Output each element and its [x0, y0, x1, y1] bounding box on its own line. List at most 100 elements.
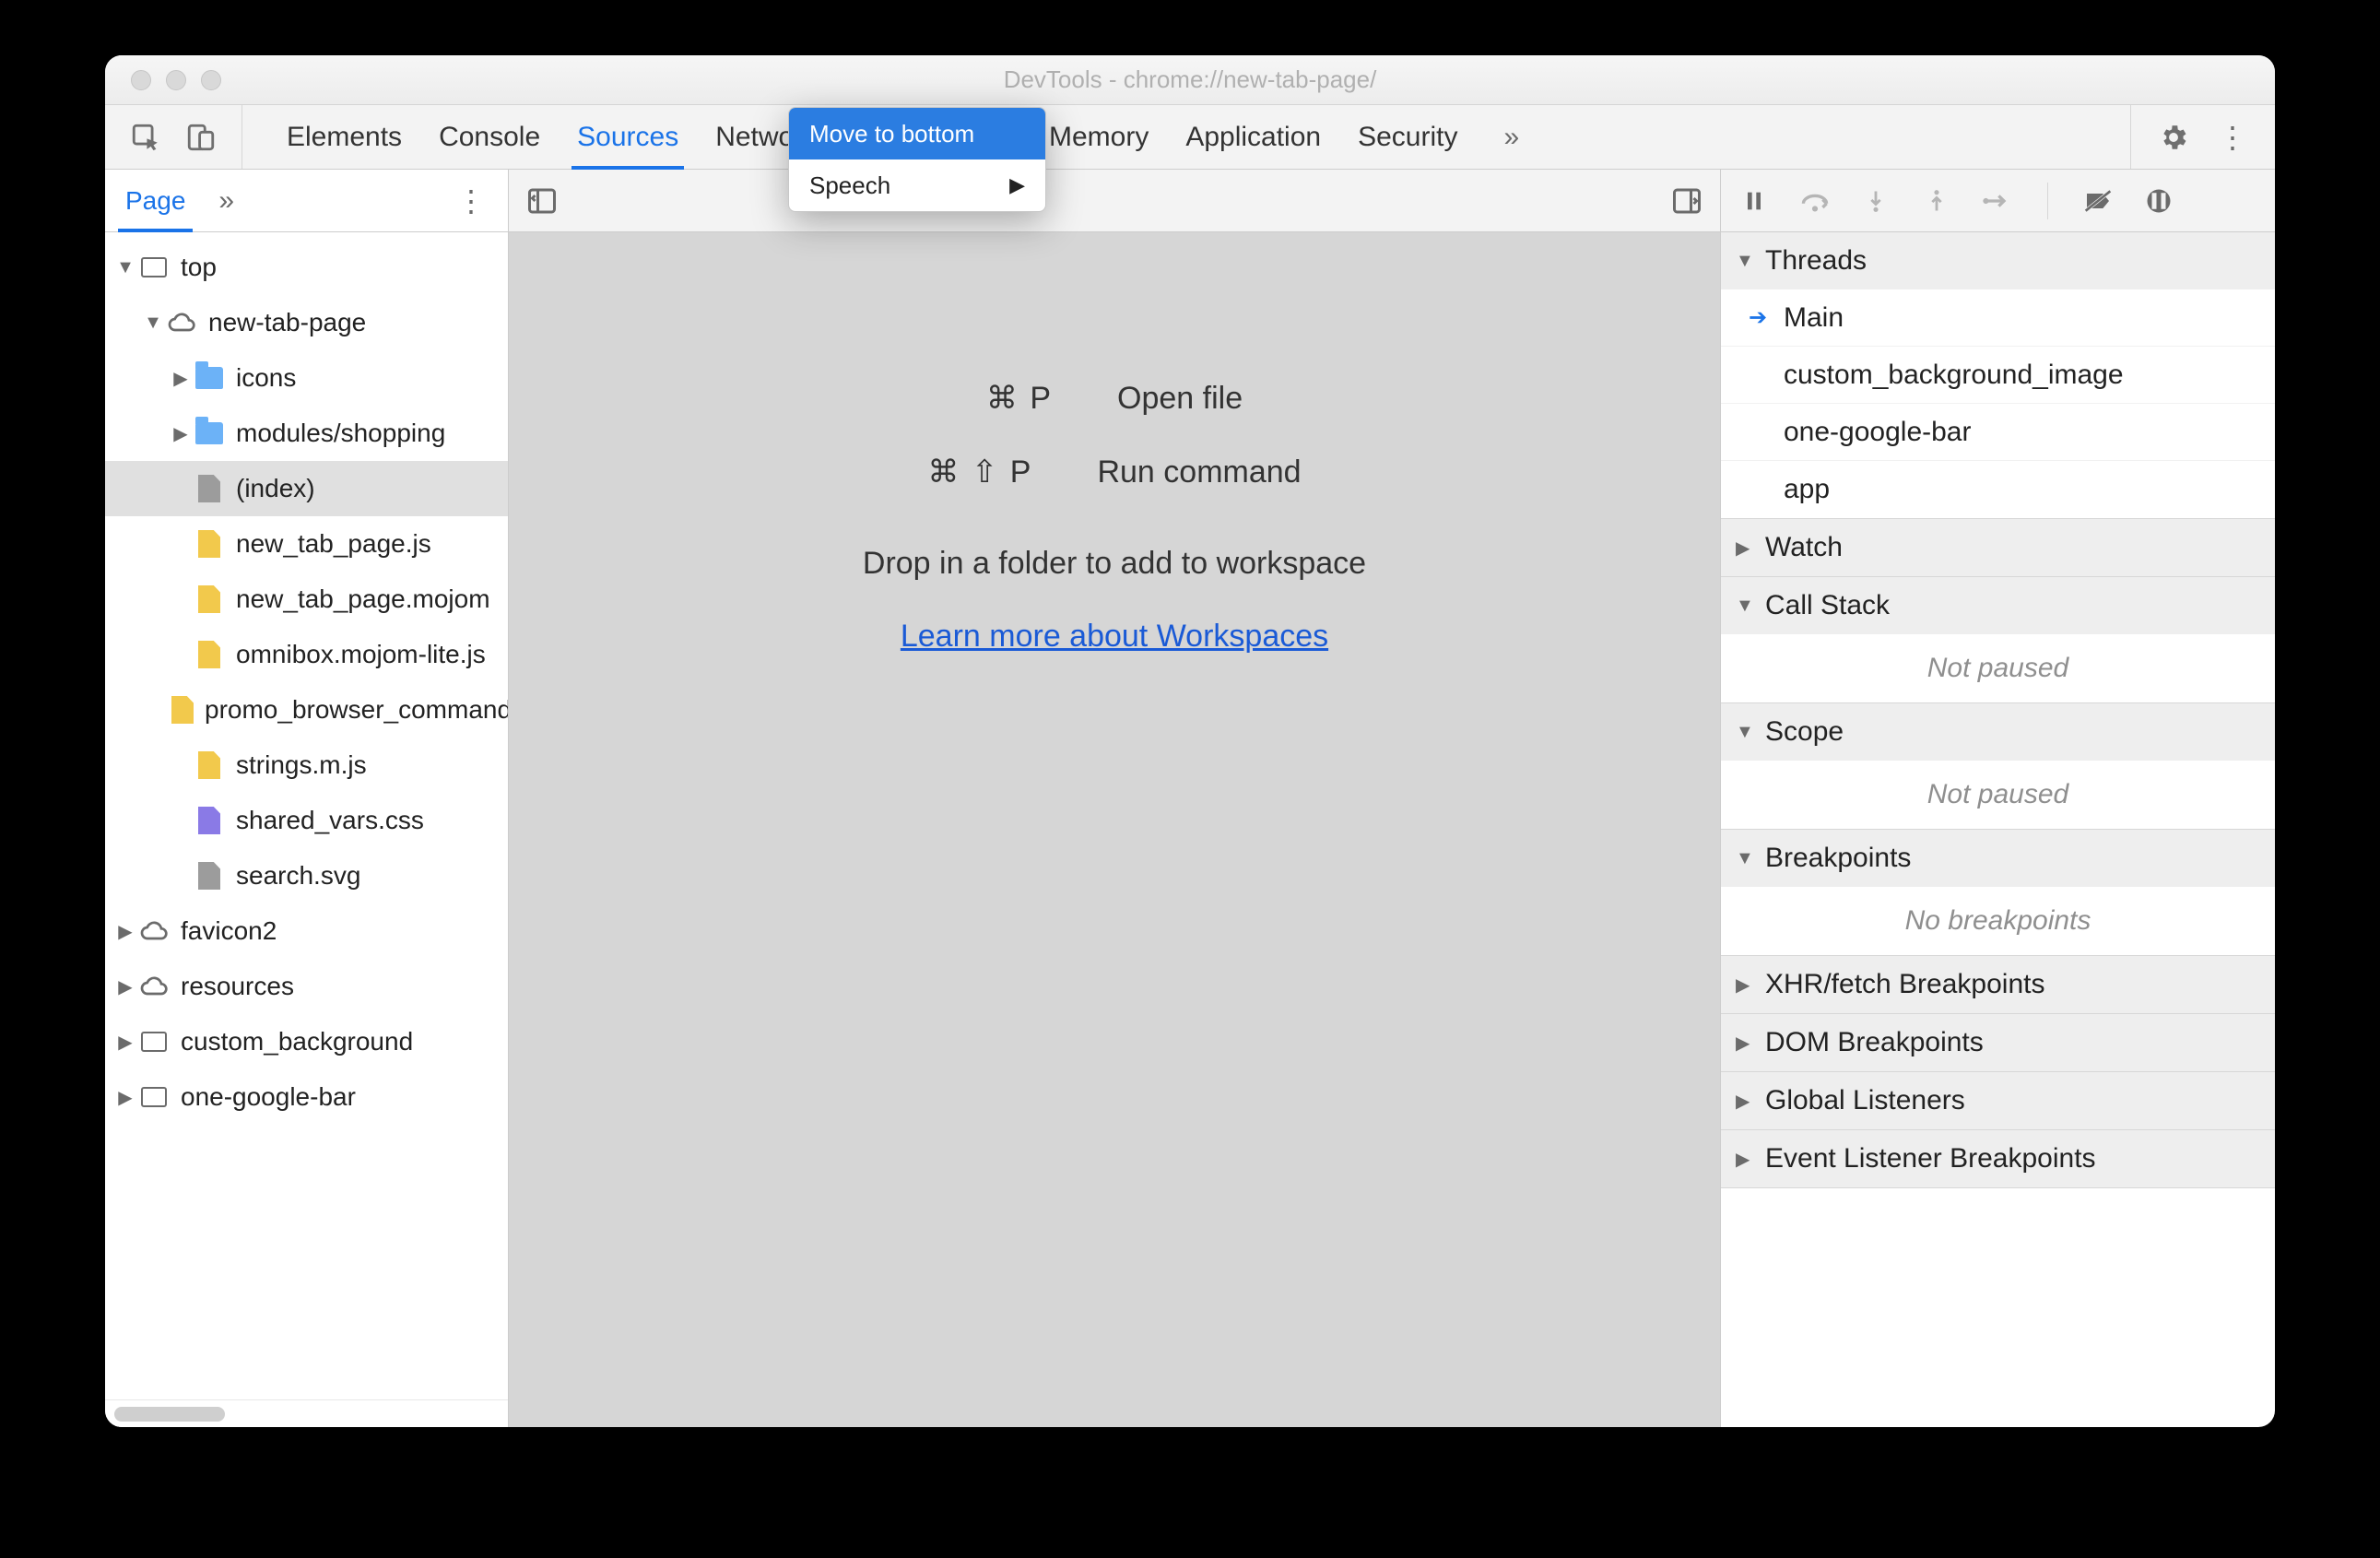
- current-thread-icon: ➔: [1749, 304, 1771, 331]
- frame-icon: [138, 1026, 170, 1057]
- pause-icon[interactable]: [1738, 184, 1771, 218]
- tree-file-ntpjs[interactable]: new_tab_page.js: [105, 516, 508, 572]
- inspect-element-icon[interactable]: [129, 121, 162, 154]
- step-over-icon[interactable]: [1798, 184, 1832, 218]
- pause-on-exceptions-icon[interactable]: [2142, 184, 2175, 218]
- tree-file-ntpmojom[interactable]: new_tab_page.mojom: [105, 572, 508, 627]
- main-tabbar: Elements Console Sources Network Perform…: [105, 105, 2275, 170]
- editor-empty-state: ⌘ P Open file ⌘ ⇧ P Run command Drop in …: [509, 232, 1720, 1427]
- zoom-window-icon[interactable]: [201, 70, 221, 90]
- tree-origin[interactable]: ▼new-tab-page: [105, 295, 508, 350]
- hint-open-file: ⌘ P Open file: [986, 380, 1243, 417]
- minimize-window-icon[interactable]: [166, 70, 186, 90]
- tree-file-strings[interactable]: strings.m.js: [105, 738, 508, 793]
- section-header-xhr[interactable]: ▶XHR/fetch Breakpoints: [1721, 956, 2275, 1013]
- file-icon: [194, 528, 225, 560]
- device-toggle-icon[interactable]: [184, 121, 218, 154]
- tree-onegooglebar[interactable]: ▶one-google-bar: [105, 1069, 508, 1125]
- section-event: ▶Event Listener Breakpoints: [1721, 1130, 2275, 1188]
- section-header-event[interactable]: ▶Event Listener Breakpoints: [1721, 1130, 2275, 1187]
- thread-one-google-bar[interactable]: one-google-bar: [1721, 404, 2275, 461]
- tree-resources[interactable]: ▶resources: [105, 959, 508, 1014]
- tree-folder-modules[interactable]: ▶modules/shopping: [105, 406, 508, 461]
- tab-application[interactable]: Application: [1185, 105, 1321, 169]
- subtab-page[interactable]: Page: [118, 170, 193, 231]
- tabs-overflow-icon[interactable]: »: [1503, 122, 1519, 153]
- step-icon[interactable]: [1981, 184, 2014, 218]
- frame-icon: [138, 252, 170, 283]
- learn-workspaces-link[interactable]: Learn more about Workspaces: [901, 619, 1328, 655]
- tab-console[interactable]: Console: [439, 105, 540, 169]
- editor-toolbar: [509, 170, 1720, 232]
- tree-file-search[interactable]: search.svg: [105, 848, 508, 903]
- thread-app[interactable]: app: [1721, 461, 2275, 518]
- tree-label: resources: [181, 972, 294, 1001]
- hide-debugger-icon[interactable]: [1668, 183, 1705, 219]
- section-header-breakpoints[interactable]: ▼Breakpoints: [1721, 830, 2275, 887]
- disclosure-triangle-icon: ▼: [1736, 596, 1756, 617]
- devtools-window: DevTools - chrome://new-tab-page/ Elemen…: [105, 55, 2275, 1427]
- tree-file-promo[interactable]: promo_browser_command: [105, 682, 508, 738]
- navigator-scrollbar[interactable]: [105, 1399, 508, 1427]
- tree-label: new_tab_page.mojom: [236, 584, 490, 614]
- tree-custombg[interactable]: ▶custom_background: [105, 1014, 508, 1069]
- debugger-toolbar: [1721, 170, 2275, 232]
- tree-folder-icons[interactable]: ▶icons: [105, 350, 508, 406]
- tree-file-index[interactable]: (index): [105, 461, 508, 516]
- section-header-callstack[interactable]: ▼Call Stack: [1721, 577, 2275, 634]
- tab-memory[interactable]: Memory: [1049, 105, 1149, 169]
- section-watch: ▶Watch: [1721, 519, 2275, 577]
- tree-top[interactable]: ▼top: [105, 240, 508, 295]
- tree-file-omnibox[interactable]: omnibox.mojom-lite.js: [105, 627, 508, 682]
- section-header-watch[interactable]: ▶Watch: [1721, 519, 2275, 576]
- section-header-global[interactable]: ▶Global Listeners: [1721, 1072, 2275, 1129]
- step-out-icon[interactable]: [1920, 184, 1953, 218]
- tab-security[interactable]: Security: [1358, 105, 1457, 169]
- sources-body: Page » ⋮ ▼top ▼new-tab-page ▶icons ▶modu…: [105, 170, 2275, 1427]
- thread-main[interactable]: ➔Main: [1721, 289, 2275, 347]
- section-breakpoints: ▼Breakpoints No breakpoints: [1721, 830, 2275, 956]
- section-global: ▶Global Listeners: [1721, 1072, 2275, 1130]
- step-into-icon[interactable]: [1859, 184, 1892, 218]
- tree-favicon2[interactable]: ▶favicon2: [105, 903, 508, 959]
- tab-sources[interactable]: Sources: [577, 105, 678, 169]
- thread-custom-bg[interactable]: custom_background_image: [1721, 347, 2275, 404]
- section-threads: ▼Threads ➔Main custom_background_image o…: [1721, 232, 2275, 519]
- tab-elements[interactable]: Elements: [287, 105, 402, 169]
- file-icon: [194, 473, 225, 504]
- section-scope: ▼Scope Not paused: [1721, 703, 2275, 830]
- callstack-empty: Not paused: [1721, 634, 2275, 702]
- hide-navigator-icon[interactable]: [524, 183, 560, 219]
- submenu-arrow-icon: ▶: [1009, 173, 1025, 197]
- tree-label: custom_background: [181, 1027, 413, 1056]
- disclosure-triangle-icon: ▼: [1736, 722, 1756, 743]
- titlebar: DevTools - chrome://new-tab-page/: [105, 55, 2275, 105]
- disclosure-triangle-icon: ▶: [1736, 1148, 1756, 1171]
- deactivate-breakpoints-icon[interactable]: [2081, 184, 2115, 218]
- section-header-dom[interactable]: ▶DOM Breakpoints: [1721, 1014, 2275, 1071]
- section-header-threads[interactable]: ▼Threads: [1721, 232, 2275, 289]
- disclosure-triangle-icon: ▶: [1736, 1032, 1756, 1055]
- disclosure-triangle-icon: ▶: [1736, 1090, 1756, 1113]
- tree-label: omnibox.mojom-lite.js: [236, 640, 486, 669]
- tree-label: new_tab_page.js: [236, 529, 431, 559]
- tree-label: (index): [236, 474, 315, 503]
- close-window-icon[interactable]: [131, 70, 151, 90]
- ctx-move-to-bottom[interactable]: Move to bottom: [789, 108, 1045, 159]
- disclosure-triangle-icon: ▶: [1736, 537, 1756, 560]
- navigator-panel: Page » ⋮ ▼top ▼new-tab-page ▶icons ▶modu…: [105, 170, 509, 1427]
- disclosure-triangle-icon: ▼: [1736, 251, 1756, 272]
- navigator-more-icon[interactable]: ⋮: [447, 183, 495, 218]
- shortcut-keys: ⌘ P: [986, 380, 1053, 417]
- navigator-overflow-icon[interactable]: »: [218, 185, 234, 217]
- tree-file-sharedvars[interactable]: shared_vars.css: [105, 793, 508, 848]
- more-menu-icon[interactable]: ⋮: [2216, 121, 2249, 154]
- section-header-scope[interactable]: ▼Scope: [1721, 703, 2275, 761]
- tree-label: icons: [236, 363, 296, 393]
- tree-label: top: [181, 253, 217, 282]
- tree-label: shared_vars.css: [236, 806, 424, 835]
- ctx-speech[interactable]: Speech▶: [789, 159, 1045, 211]
- settings-icon[interactable]: [2157, 121, 2190, 154]
- file-tree: ▼top ▼new-tab-page ▶icons ▶modules/shopp…: [105, 232, 508, 1399]
- file-icon: [194, 584, 225, 615]
